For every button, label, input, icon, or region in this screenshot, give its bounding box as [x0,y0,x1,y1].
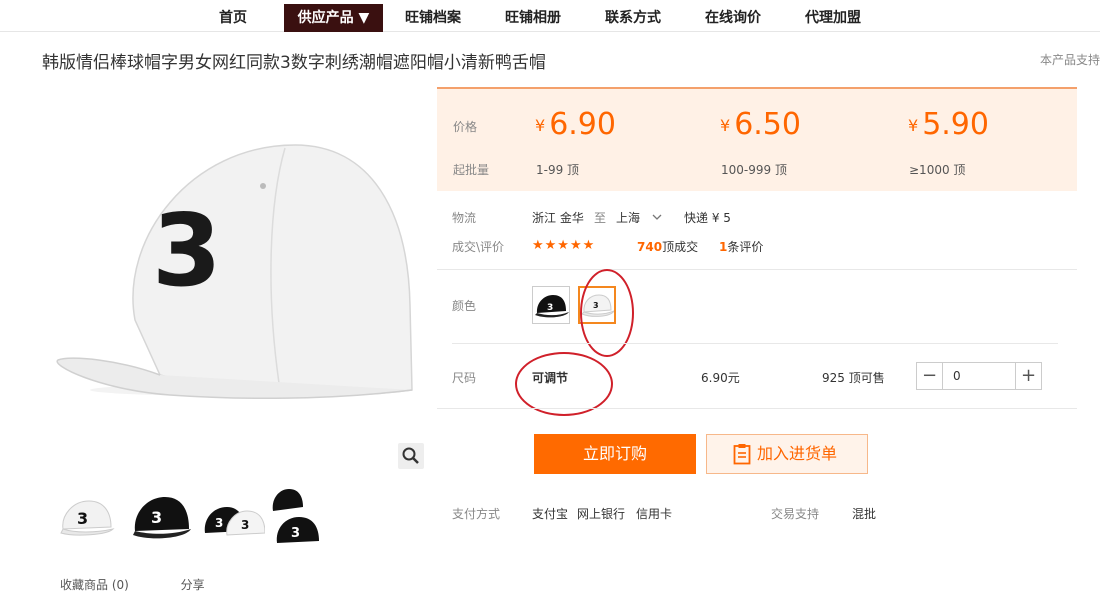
increase-button[interactable]: + [1015,363,1041,389]
price-tier-2: ¥6.50 [720,107,801,142]
clipboard-icon [733,444,751,465]
quantity-input[interactable]: 0 [953,369,961,383]
trade-support-value: 混批 [852,507,877,521]
payment-label: 支付方式 [452,507,501,521]
payment-alipay: 支付宝 [532,507,569,521]
divider [452,343,1058,344]
quantity-stepper: − 0 + [916,362,1042,390]
share-link[interactable]: 分享 [181,578,205,592]
divider [437,408,1077,409]
svg-text:3: 3 [291,526,300,541]
nav-profile[interactable]: 旺铺档案 [395,4,471,32]
review-count[interactable]: 1条评价 [719,238,763,255]
trade-support-label: 交易支持 [771,507,820,521]
shipping-fee: 快递 ¥ 5 [684,211,731,225]
svg-text:3: 3 [241,518,249,532]
svg-text:3: 3 [547,303,553,313]
thumbnail-caps-set[interactable]: 3 [269,487,331,549]
svg-text:3: 3 [151,508,162,527]
price-label: 价格 [453,120,478,134]
batch-tier-2: 100-999 顶 [721,163,787,177]
nav-agent[interactable]: 代理加盟 [795,4,871,32]
color-label: 颜色 [452,299,477,313]
nav-home[interactable]: 首页 [205,4,261,32]
deal-count: 740顶成交 [637,240,699,254]
product-main-image: 3 [40,90,425,470]
payment-credit-card: 信用卡 [636,507,673,521]
price-tier-3: ¥5.90 [908,107,989,142]
batch-tier-1: 1-99 顶 [536,163,580,177]
rating-stars: ★★★★★ [532,238,596,253]
svg-text:3: 3 [215,516,223,530]
ship-to-select[interactable]: 上海 [616,209,662,226]
top-nav: 首页 供应产品 ▼ 旺铺档案 旺铺相册 联系方式 在线询价 代理加盟 [0,0,1100,32]
favorite-link[interactable]: 收藏商品 (0) [60,578,129,592]
logistics-label: 物流 [452,211,477,225]
svg-text:3: 3 [152,192,222,309]
annotation-circle-size [515,352,613,416]
payment-online-bank: 网上银行 [577,507,626,521]
svg-text:3: 3 [77,509,88,528]
size-label: 尺码 [452,371,477,385]
nav-contact[interactable]: 联系方式 [595,4,671,32]
support-note: 本产品支持 [1039,53,1100,67]
thumbnail-white-cap[interactable]: 3 [55,487,117,549]
ship-to-word: 至 [594,211,607,225]
thumbnail-black-cap[interactable]: 3 [129,487,191,549]
nav-album[interactable]: 旺铺相册 [495,4,571,32]
decrease-button[interactable]: − [917,363,943,389]
buy-now-button[interactable]: 立即订购 [534,434,696,474]
add-to-cart-button[interactable]: 加入进货单 [706,434,868,474]
size-price: 6.90元 [701,371,740,385]
price-panel: 价格 起批量 ¥6.90 ¥6.50 ¥5.90 1-99 顶 100-999 … [437,87,1077,191]
divider [437,269,1077,270]
batch-label: 起批量 [453,163,490,177]
batch-tier-3: ≥1000 顶 [909,163,966,177]
ship-from: 浙江 金华 [532,211,584,225]
thumbnail-pair-caps[interactable]: 33 [203,487,266,549]
nav-products[interactable]: 供应产品 ▼ [284,4,383,32]
product-title: 韩版情侣棒球帽字男女网红同款3数字刺绣潮帽遮阳帽小清新鸭舌帽 [42,53,546,73]
zoom-icon[interactable] [398,443,424,469]
size-stock: 925 顶可售 [822,371,885,385]
deals-label: 成交\评价 [452,240,505,254]
add-to-cart-label: 加入进货单 [757,444,838,463]
chevron-down-icon [652,214,662,220]
white-cap-image: 3 [56,144,413,400]
color-option-black[interactable]: 3 [532,286,570,324]
nav-inquiry[interactable]: 在线询价 [695,4,771,32]
price-tier-1: ¥6.90 [535,107,616,142]
